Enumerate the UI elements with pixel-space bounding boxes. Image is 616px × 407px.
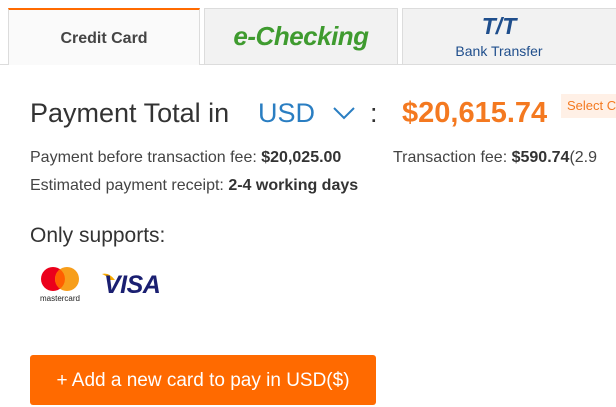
- mastercard-logo: mastercard: [36, 266, 84, 306]
- select-currency-badge[interactable]: Select C: [561, 94, 616, 118]
- payment-method-tabs: Credit Card e-Checking T/T Bank Transfer: [0, 0, 616, 65]
- mastercard-icon: [41, 267, 79, 291]
- transaction-fee-label: Transaction fee:: [393, 149, 508, 166]
- total-colon: :: [370, 98, 378, 128]
- chevron-down-icon: [333, 107, 355, 120]
- supports-label: Only supports:: [30, 224, 166, 247]
- transaction-fee-rate: (2.9: [569, 149, 598, 166]
- currency-value: USD: [258, 98, 316, 128]
- transaction-fee-info: Transaction fee: $590.74(2.9: [393, 149, 597, 167]
- payment-total-label: Payment Total in: [30, 98, 230, 128]
- tab-credit-card[interactable]: Credit Card: [8, 8, 200, 65]
- visa-logo: VISA: [102, 270, 172, 300]
- receipt-label: Estimated payment receipt:: [30, 177, 224, 194]
- payment-total-amount: $20,615.74: [402, 97, 548, 129]
- before-fee-info: Payment before transaction fee: $20,025.…: [30, 149, 341, 167]
- tab-echecking[interactable]: e-Checking: [204, 8, 398, 64]
- tab-credit-card-label: Credit Card: [60, 30, 148, 47]
- currency-select[interactable]: USD: [258, 96, 368, 134]
- before-fee-label: Payment before transaction fee:: [30, 149, 257, 166]
- mastercard-label: mastercard: [39, 294, 80, 303]
- visa-label: VISA: [104, 271, 161, 299]
- tt-logo: T/T: [481, 13, 517, 39]
- tab-bank-transfer[interactable]: T/T Bank Transfer: [402, 8, 616, 64]
- tab-bank-transfer-label: Bank Transfer: [455, 43, 543, 59]
- transaction-fee-value: $590.74: [511, 149, 570, 166]
- receipt-info: Estimated payment receipt: 2-4 working d…: [30, 177, 358, 195]
- receipt-value: 2-4 working days: [228, 177, 359, 194]
- tab-echecking-logo: e-Checking: [233, 21, 369, 51]
- add-card-button[interactable]: + Add a new card to pay in USD($): [30, 355, 376, 405]
- before-fee-value: $20,025.00: [261, 149, 342, 166]
